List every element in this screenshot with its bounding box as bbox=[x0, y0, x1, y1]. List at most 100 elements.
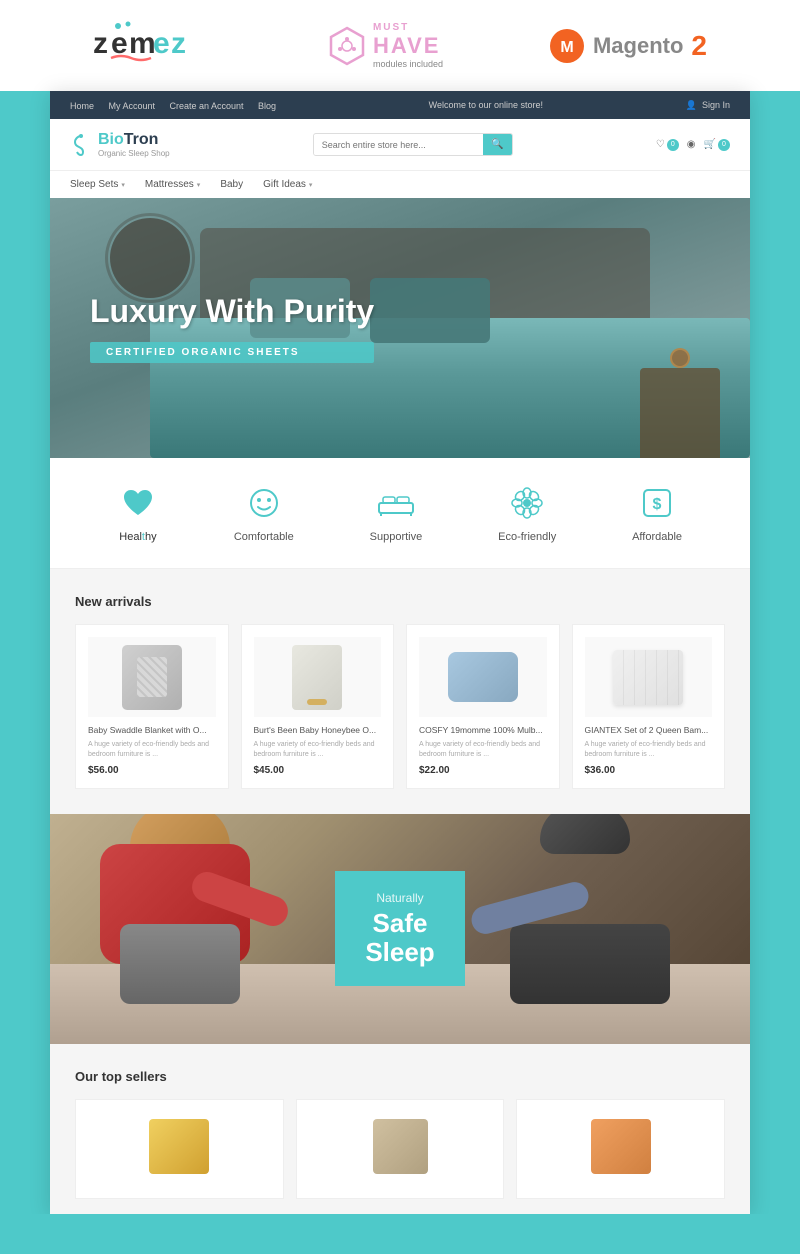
product-name-3: COSFY 19momme 100% Mulb... bbox=[419, 725, 547, 736]
feature-supportive: Supportive bbox=[370, 483, 423, 543]
product-card-2[interactable]: Burt's Been Baby Honeybee O... A huge va… bbox=[241, 624, 395, 789]
product-desc-2: A huge variety of eco-friendly beds and … bbox=[254, 740, 382, 760]
sign-in-link[interactable]: Sign In bbox=[702, 100, 730, 110]
heart-icon bbox=[118, 483, 158, 523]
nav-mattresses[interactable]: Mattresses ▾ bbox=[145, 179, 200, 190]
search-bar: 🔍 bbox=[313, 133, 513, 156]
duvet-thumbnail bbox=[613, 650, 683, 705]
feature-affordable: $ Affordable bbox=[632, 483, 682, 543]
seller-card-2[interactable] bbox=[296, 1099, 505, 1199]
seller-card-3[interactable] bbox=[516, 1099, 725, 1199]
product-name-1: Baby Swaddle Blanket with O... bbox=[88, 725, 216, 736]
product-card-3[interactable]: COSFY 19momme 100% Mulb... A huge variet… bbox=[406, 624, 560, 789]
magento-logo: M Magento 2 bbox=[549, 28, 707, 64]
product-desc-1: A huge variety of eco-friendly beds and … bbox=[88, 740, 216, 760]
nav-gift-ideas[interactable]: Gift Ideas ▾ bbox=[263, 179, 312, 190]
product-name-2: Burt's Been Baby Honeybee O... bbox=[254, 725, 382, 736]
seller-image-1 bbox=[88, 1112, 271, 1182]
orange-product-thumbnail bbox=[591, 1119, 651, 1174]
logo-bio: Bio bbox=[98, 131, 124, 148]
product-card-4[interactable]: GIANTEX Set of 2 Queen Bam... A huge var… bbox=[572, 624, 726, 789]
yellow-product-thumbnail bbox=[149, 1119, 209, 1174]
flower-icon bbox=[507, 483, 547, 523]
product-name-4: GIANTEX Set of 2 Queen Bam... bbox=[585, 725, 713, 736]
search-input[interactable] bbox=[314, 135, 484, 155]
affordable-label: Affordable bbox=[632, 531, 682, 543]
product-image-3 bbox=[419, 637, 547, 717]
feature-comfortable: Comfortable bbox=[234, 483, 294, 543]
nav-create-account[interactable]: Create an Account bbox=[169, 101, 243, 111]
product-image-1 bbox=[88, 637, 216, 717]
must-have-logo: MUST HAVE modules included bbox=[329, 22, 443, 69]
svg-text:M: M bbox=[560, 39, 573, 56]
top-banner: z e m e z MUST HAVE modules included bbox=[0, 0, 800, 91]
nav-sleep-sets[interactable]: Sleep Sets ▾ bbox=[70, 179, 125, 190]
hero-banner: Luxury With Purity CERTIFIED ORGANIC SHE… bbox=[50, 198, 750, 458]
store-top-nav: Home My Account Create an Account Blog W… bbox=[50, 91, 750, 119]
biotron-logo-icon bbox=[70, 134, 92, 156]
zemes-logo: z e m e z bbox=[93, 18, 223, 73]
product-price-1: $56.00 bbox=[88, 765, 216, 776]
wishlist-icon[interactable]: ♡ 0 bbox=[656, 139, 679, 151]
nav-my-account[interactable]: My Account bbox=[108, 101, 155, 111]
svg-text:$: $ bbox=[653, 496, 662, 513]
feature-eco-friendly: Eco-friendly bbox=[498, 483, 556, 543]
must-label: MUST bbox=[373, 22, 443, 33]
svg-text:e: e bbox=[153, 27, 170, 60]
nav-baby[interactable]: Baby bbox=[220, 179, 243, 190]
safe-sleep-box: Naturally Safe Sleep bbox=[335, 871, 464, 986]
nav-home[interactable]: Home bbox=[70, 101, 94, 111]
safe-text: Safe Sleep bbox=[365, 909, 434, 966]
pillow-thumbnail bbox=[448, 652, 518, 702]
naturally-text: Naturally bbox=[365, 891, 434, 905]
supportive-label: Supportive bbox=[370, 531, 423, 543]
magento-text: Magento bbox=[593, 33, 683, 59]
todder-product-thumbnail bbox=[373, 1119, 428, 1174]
compare-icon[interactable]: ◉ bbox=[687, 139, 696, 150]
modules-label: modules included bbox=[373, 59, 443, 69]
top-nav-right: 👤 Sign In bbox=[686, 100, 730, 111]
product-card-1[interactable]: Baby Swaddle Blanket with O... A huge va… bbox=[75, 624, 229, 789]
smile-icon bbox=[244, 483, 284, 523]
new-arrivals-section: New arrivals Baby Swaddle Blanket with O… bbox=[50, 569, 750, 814]
seller-image-3 bbox=[529, 1112, 712, 1182]
top-nav-links: Home My Account Create an Account Blog bbox=[70, 96, 286, 114]
have-label: HAVE bbox=[373, 33, 443, 59]
store-wrapper: Home My Account Create an Account Blog W… bbox=[50, 91, 750, 1214]
seller-image-2 bbox=[309, 1112, 492, 1182]
seller-card-1[interactable] bbox=[75, 1099, 284, 1199]
blanket-thumbnail bbox=[122, 645, 182, 710]
product-price-3: $22.00 bbox=[419, 765, 547, 776]
svg-text:z: z bbox=[93, 27, 108, 60]
healthy-label: Healthy bbox=[119, 531, 156, 543]
features-strip: Healthy Comfortable bbox=[50, 458, 750, 569]
header-icons: ♡ 0 ◉ 🛒 0 bbox=[656, 139, 730, 151]
product-image-2 bbox=[254, 637, 382, 717]
new-arrivals-title: New arrivals bbox=[75, 594, 725, 609]
safe-sleep-banner: Naturally Safe Sleep bbox=[50, 814, 750, 1044]
hero-subtitle: CERTIFIED ORGANIC SHEETS bbox=[90, 342, 374, 363]
hero-content: Luxury With Purity CERTIFIED ORGANIC SHE… bbox=[90, 293, 374, 363]
top-sellers-title: Our top sellers bbox=[75, 1069, 725, 1084]
cart-icon[interactable]: 🛒 0 bbox=[704, 139, 730, 151]
nav-blog[interactable]: Blog bbox=[258, 101, 276, 111]
search-button[interactable]: 🔍 bbox=[483, 134, 511, 155]
product-price-2: $45.00 bbox=[254, 765, 382, 776]
store-logo: BioTron Organic Sleep Shop bbox=[70, 131, 170, 158]
logo-tron: Tron bbox=[124, 131, 159, 148]
product-desc-4: A huge variety of eco-friendly beds and … bbox=[585, 740, 713, 760]
store-header: BioTron Organic Sleep Shop 🔍 ♡ 0 ◉ 🛒 0 bbox=[50, 119, 750, 170]
product-desc-3: A huge variety of eco-friendly beds and … bbox=[419, 740, 547, 760]
product-price-4: $36.00 bbox=[585, 765, 713, 776]
welcome-text: Welcome to our online store! bbox=[429, 100, 543, 110]
swaddle-thumbnail bbox=[292, 645, 342, 710]
eco-friendly-label: Eco-friendly bbox=[498, 531, 556, 543]
product-image-4 bbox=[585, 637, 713, 717]
logo-sub: Organic Sleep Shop bbox=[98, 149, 170, 158]
hero-title: Luxury With Purity bbox=[90, 293, 374, 330]
magento-version: 2 bbox=[691, 30, 707, 62]
svg-text:m: m bbox=[129, 27, 156, 60]
bottom-teal bbox=[0, 1214, 800, 1254]
main-nav: Sleep Sets ▾ Mattresses ▾ Baby Gift Idea… bbox=[50, 170, 750, 198]
comfortable-label: Comfortable bbox=[234, 531, 294, 543]
